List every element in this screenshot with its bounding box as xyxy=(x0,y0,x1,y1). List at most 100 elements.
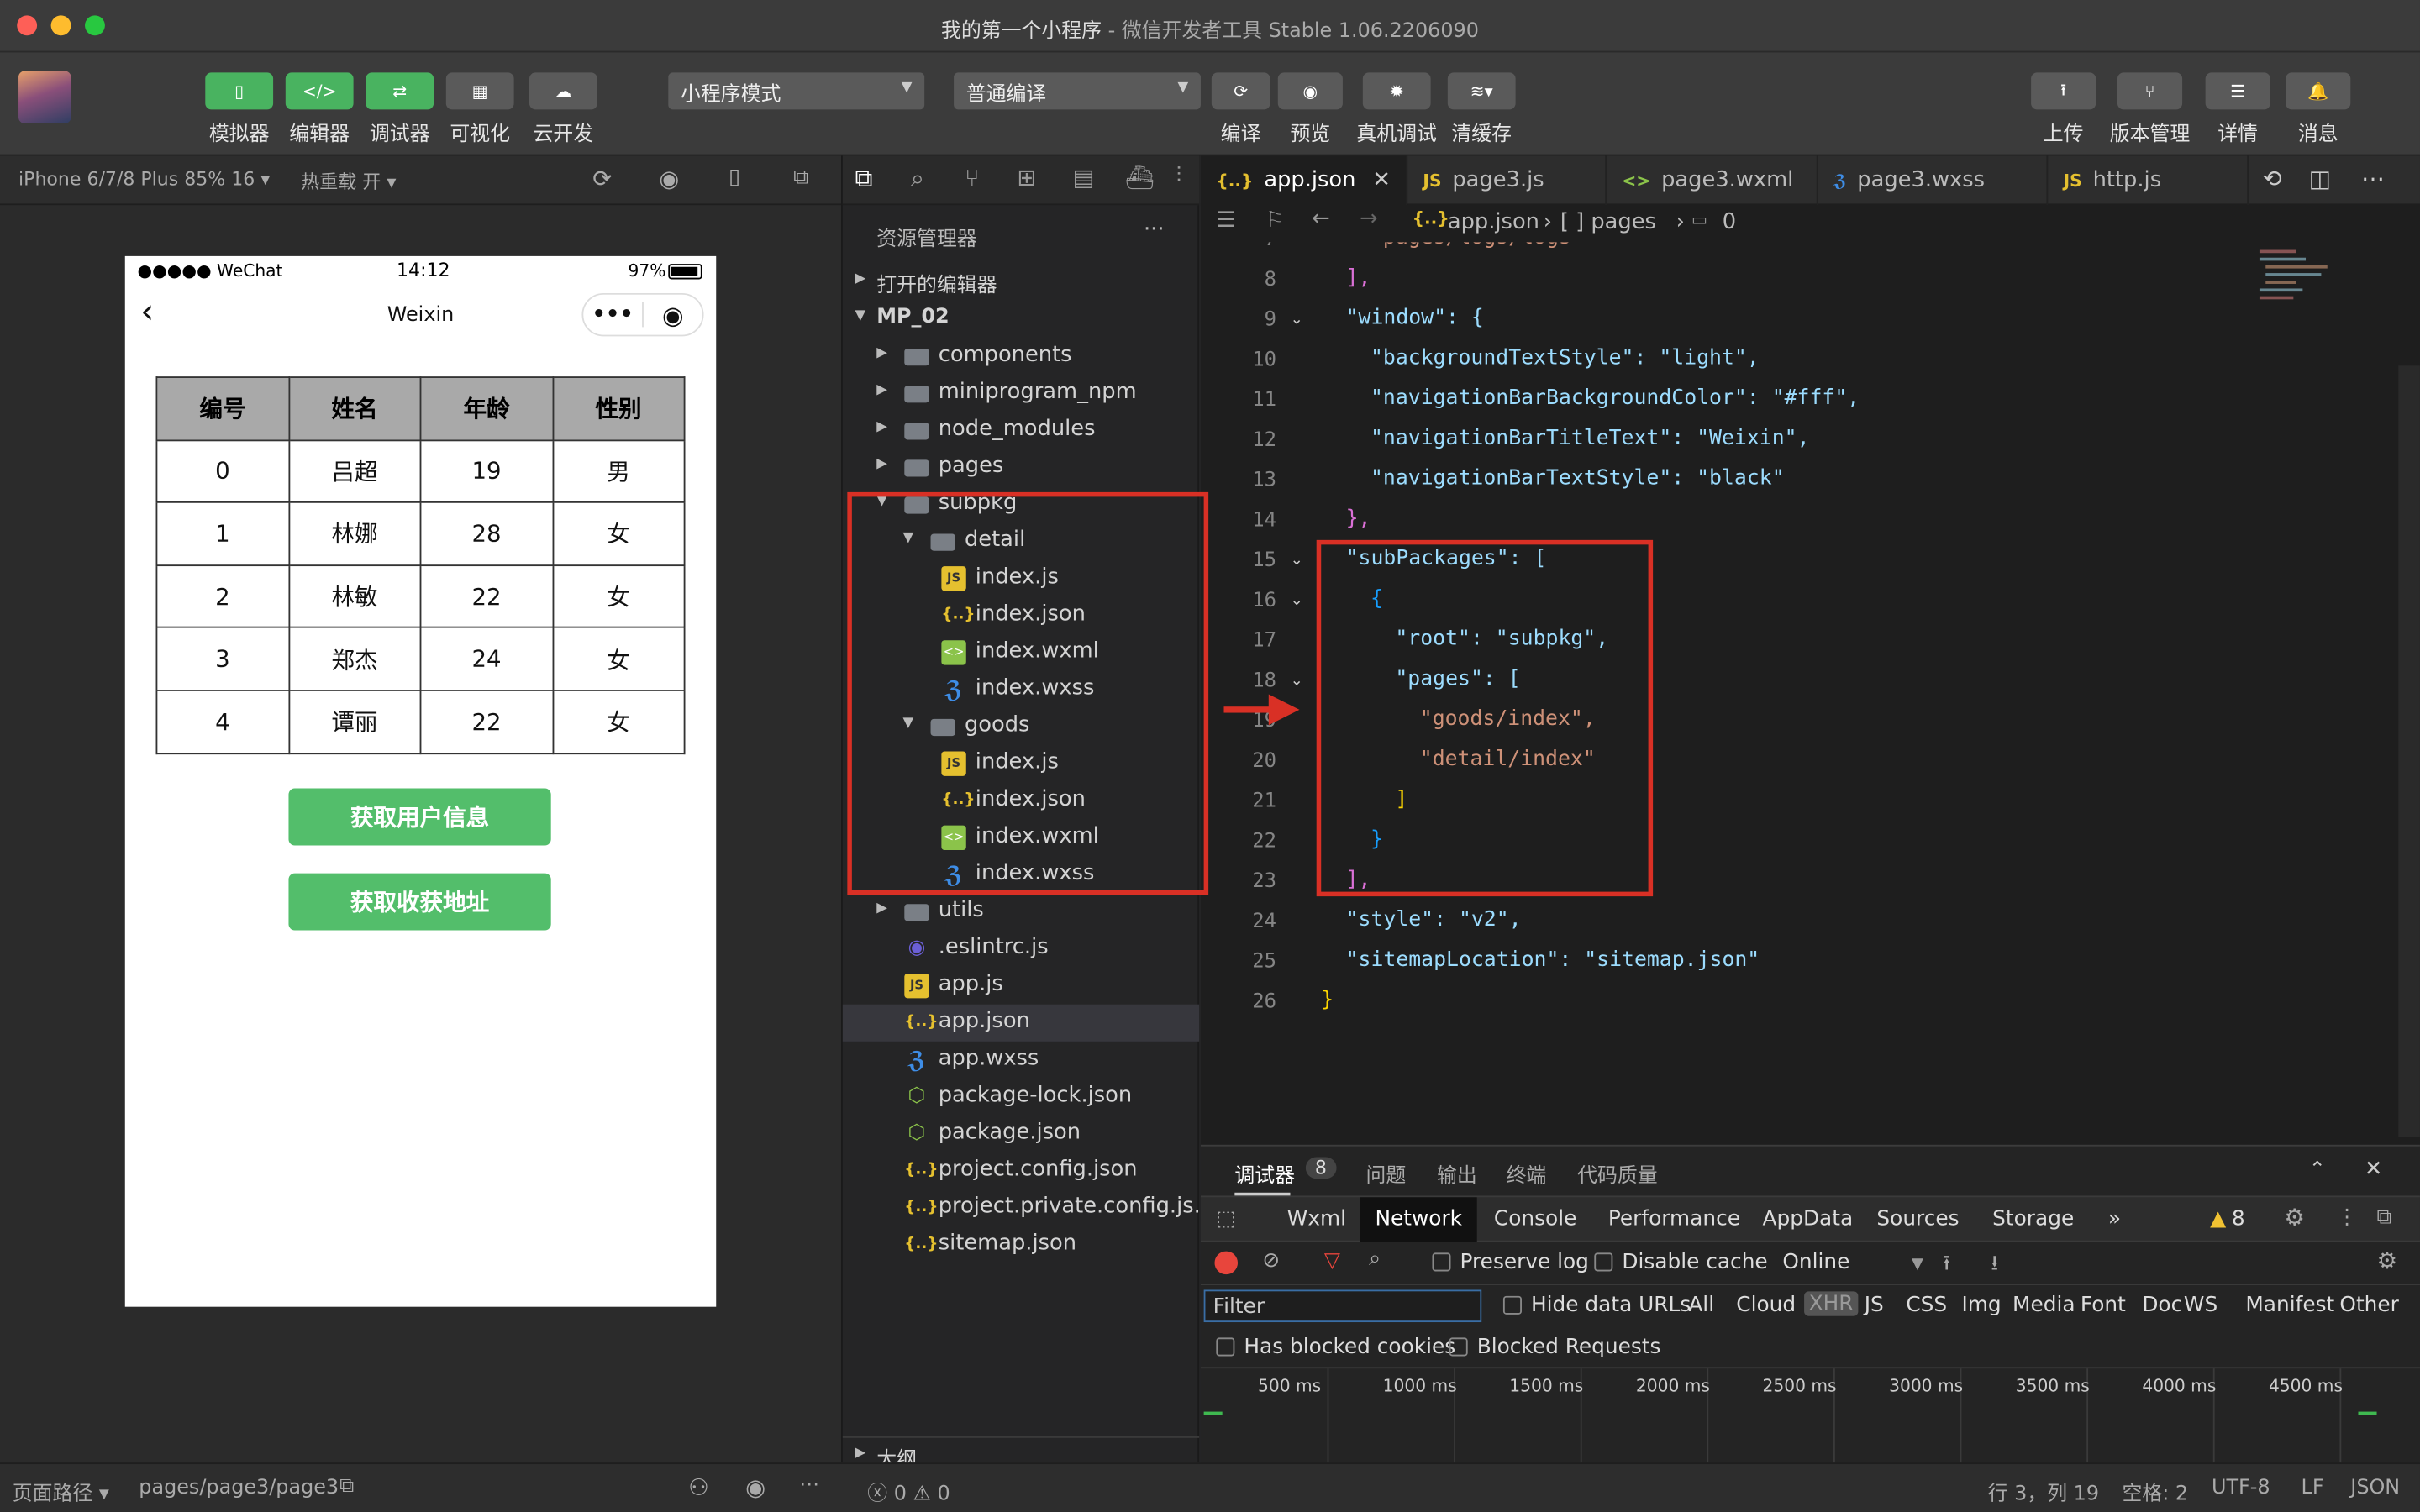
bell-icon[interactable]: 🔔 xyxy=(2286,72,2351,110)
mode-select[interactable]: 小程序模式 ▼ xyxy=(668,72,925,110)
panel-tab[interactable]: Wxml xyxy=(1271,1197,1361,1242)
devtools-tab[interactable]: 终端 xyxy=(1507,1158,1547,1189)
tree-item[interactable]: ◉ .eslintrc.js xyxy=(843,931,1199,968)
record-icon[interactable]: ◉ xyxy=(659,165,679,193)
code-line[interactable]: "navigationBarBackgroundColor": "#fff", xyxy=(1321,386,1860,410)
code-line[interactable]: "pages/logs/logs" xyxy=(1321,242,1584,249)
toolbar-label[interactable]: 模拟器 xyxy=(193,118,286,147)
more-actions-icon[interactable]: ⋯ xyxy=(2361,165,2385,193)
git-icon[interactable]: ⑂ xyxy=(965,164,980,193)
chevron-right-icon[interactable]: ▶ xyxy=(876,457,887,472)
code-line[interactable]: "backgroundTextStyle": "light", xyxy=(1321,345,1760,370)
type-filter[interactable]: Cloud xyxy=(1736,1293,1796,1317)
record-button[interactable] xyxy=(1214,1251,1239,1275)
type-filter[interactable]: WS xyxy=(2184,1293,2217,1317)
type-filter[interactable]: All xyxy=(1688,1293,1714,1317)
chevron-right-icon[interactable]: ▶ xyxy=(876,383,887,398)
tree-item[interactable]: ▶ node_modules xyxy=(843,412,1199,449)
code-line[interactable]: "sitemapLocation": "sitemap.json" xyxy=(1321,948,1760,972)
tree-item[interactable]: ▶ miniprogram_npm xyxy=(843,375,1199,412)
split-editor-icon[interactable]: ◫ xyxy=(2309,165,2331,193)
project-section[interactable]: ▼ MP_02 xyxy=(843,301,1199,338)
tab-http-js[interactable]: JS http.js xyxy=(2048,155,2249,206)
warning-icon[interactable]: ▲ xyxy=(2210,1206,2226,1231)
toolbar-label[interactable]: 预览 xyxy=(1264,118,1356,147)
code-line[interactable]: } xyxy=(1321,987,1334,1011)
fold-chevron-icon[interactable]: ⌄ xyxy=(1290,673,1302,690)
settings-icon[interactable]: ⚙ xyxy=(2284,1204,2305,1231)
crumb-file[interactable]: app.json xyxy=(1448,210,1539,234)
code-line[interactable]: "style": "v2", xyxy=(1321,907,1522,932)
tab-page3-js[interactable]: JS page3.js xyxy=(1407,155,1607,206)
type-filter[interactable]: Other xyxy=(2339,1293,2398,1317)
upload-icon[interactable]: ⭱ xyxy=(2031,72,2096,110)
search-network-icon[interactable]: ⌕ xyxy=(1369,1247,1381,1271)
type-filter[interactable]: Media xyxy=(2012,1293,2075,1317)
docker-icon[interactable]: ⛴ xyxy=(1125,164,1155,192)
copy-icon[interactable]: ⧉ xyxy=(339,1475,354,1499)
editor-scrollbar[interactable] xyxy=(2398,365,2420,1137)
fold-chevron-icon[interactable]: ⌄ xyxy=(1290,553,1302,570)
code-line[interactable]: "navigationBarTextStyle": "black" xyxy=(1321,466,1785,491)
get-userinfo-button[interactable]: 获取用户信息 xyxy=(288,788,551,846)
preserve-log-checkbox[interactable]: Preserve log xyxy=(1432,1250,1589,1274)
type-filter[interactable]: CSS xyxy=(1906,1293,1947,1317)
run-icon[interactable]: ⟲ xyxy=(2263,165,2282,193)
code-line[interactable]: ], xyxy=(1321,265,1371,290)
rotate-icon[interactable]: ⟳ xyxy=(592,165,612,193)
tree-item[interactable]: ▶ components xyxy=(843,338,1199,375)
panel-tab[interactable]: » xyxy=(2093,1197,2137,1242)
chevron-right-icon[interactable]: ▶ xyxy=(876,345,887,360)
type-filter[interactable]: Manifest xyxy=(2245,1293,2334,1317)
tree-item[interactable]: ▶ utils xyxy=(843,893,1199,930)
tree-item[interactable]: {..} sitemap.json xyxy=(843,1226,1199,1263)
toolbar-label[interactable]: 清缓存 xyxy=(1435,118,1528,147)
tab-page3-wxss[interactable]: ℨpage3.wxss xyxy=(1818,155,2049,206)
tree-item[interactable]: ▶ pages xyxy=(843,449,1199,486)
chevron-right-icon[interactable]: ▶ xyxy=(876,901,887,916)
toolbar-label[interactable]: 真机调试 xyxy=(1350,118,1443,147)
toolbar-label[interactable]: 详情 xyxy=(2191,118,2284,147)
code-icon[interactable]: </> xyxy=(285,72,354,110)
tree-item[interactable]: ⬡ package-lock.json xyxy=(843,1079,1199,1116)
forward-nav-icon[interactable]: → xyxy=(1360,207,1378,231)
crumb-index[interactable]: 0 xyxy=(1723,210,1736,234)
refresh-icon[interactable]: ⟳ xyxy=(1211,72,1270,110)
panel-tab[interactable]: Console xyxy=(1479,1197,1592,1242)
toolbar-label[interactable]: 编辑器 xyxy=(273,118,366,147)
extensions-icon[interactable]: ⊞ xyxy=(1017,164,1036,192)
devtools-tab[interactable]: 调试器 xyxy=(1234,1158,1295,1189)
bug-status-icon[interactable]: ⚇ xyxy=(688,1473,709,1501)
explorer-more-icon[interactable]: ··· xyxy=(1144,218,1165,242)
toolbar-label[interactable]: 云开发 xyxy=(517,118,609,147)
type-filter[interactable]: Doc xyxy=(2142,1293,2182,1317)
debug-icon[interactable]: ⇄ xyxy=(366,72,434,110)
line-ending[interactable]: LF xyxy=(2302,1477,2324,1500)
blocked-cookies-checkbox[interactable]: Has blocked cookies xyxy=(1216,1335,1455,1359)
cloud-icon[interactable]: ☁ xyxy=(529,72,597,110)
cursor-position[interactable]: 行 3，列 19 xyxy=(1988,1477,2099,1506)
bookmark-icon[interactable]: ⚐ xyxy=(1265,208,1285,233)
more-status-icon[interactable]: ⋯ xyxy=(799,1473,819,1497)
storage-icon[interactable]: ▤ xyxy=(1073,164,1095,192)
filter-input[interactable]: Filter xyxy=(1203,1289,1482,1323)
toolbar-label[interactable]: 版本管理 xyxy=(2103,118,2196,147)
indent-setting[interactable]: 空格: 2 xyxy=(2122,1477,2188,1506)
hotreload-toggle[interactable]: 热重载 开 ▾ xyxy=(301,168,396,194)
type-filter[interactable]: Img xyxy=(1961,1293,2001,1317)
kebab-icon[interactable]: ⋮ xyxy=(2337,1205,2358,1229)
close-capsule-icon[interactable]: ◉ xyxy=(644,300,702,329)
toolbar-label[interactable]: 调试器 xyxy=(354,118,446,147)
panel-tab[interactable]: Performance xyxy=(1592,1197,1755,1242)
panel-tab[interactable]: Storage xyxy=(1977,1197,2090,1242)
eye-status-icon[interactable]: ◉ xyxy=(745,1473,765,1501)
list-icon[interactable]: ☰ xyxy=(1216,208,1235,233)
tree-item[interactable]: JS app.js xyxy=(843,968,1199,1005)
panel-tab[interactable]: AppData xyxy=(1747,1197,1868,1242)
open-editors-section[interactable]: ▶ 打开的编辑器 xyxy=(843,264,1199,301)
page-path-select[interactable]: 页面路径 ▾ xyxy=(13,1477,109,1506)
more-dots-icon[interactable]: ••• xyxy=(583,302,642,327)
blocked-requests-checkbox[interactable]: Blocked Requests xyxy=(1449,1335,1660,1359)
eye-icon[interactable]: ◉ xyxy=(1277,72,1343,110)
fold-chevron-icon[interactable]: ⌄ xyxy=(1290,592,1302,609)
